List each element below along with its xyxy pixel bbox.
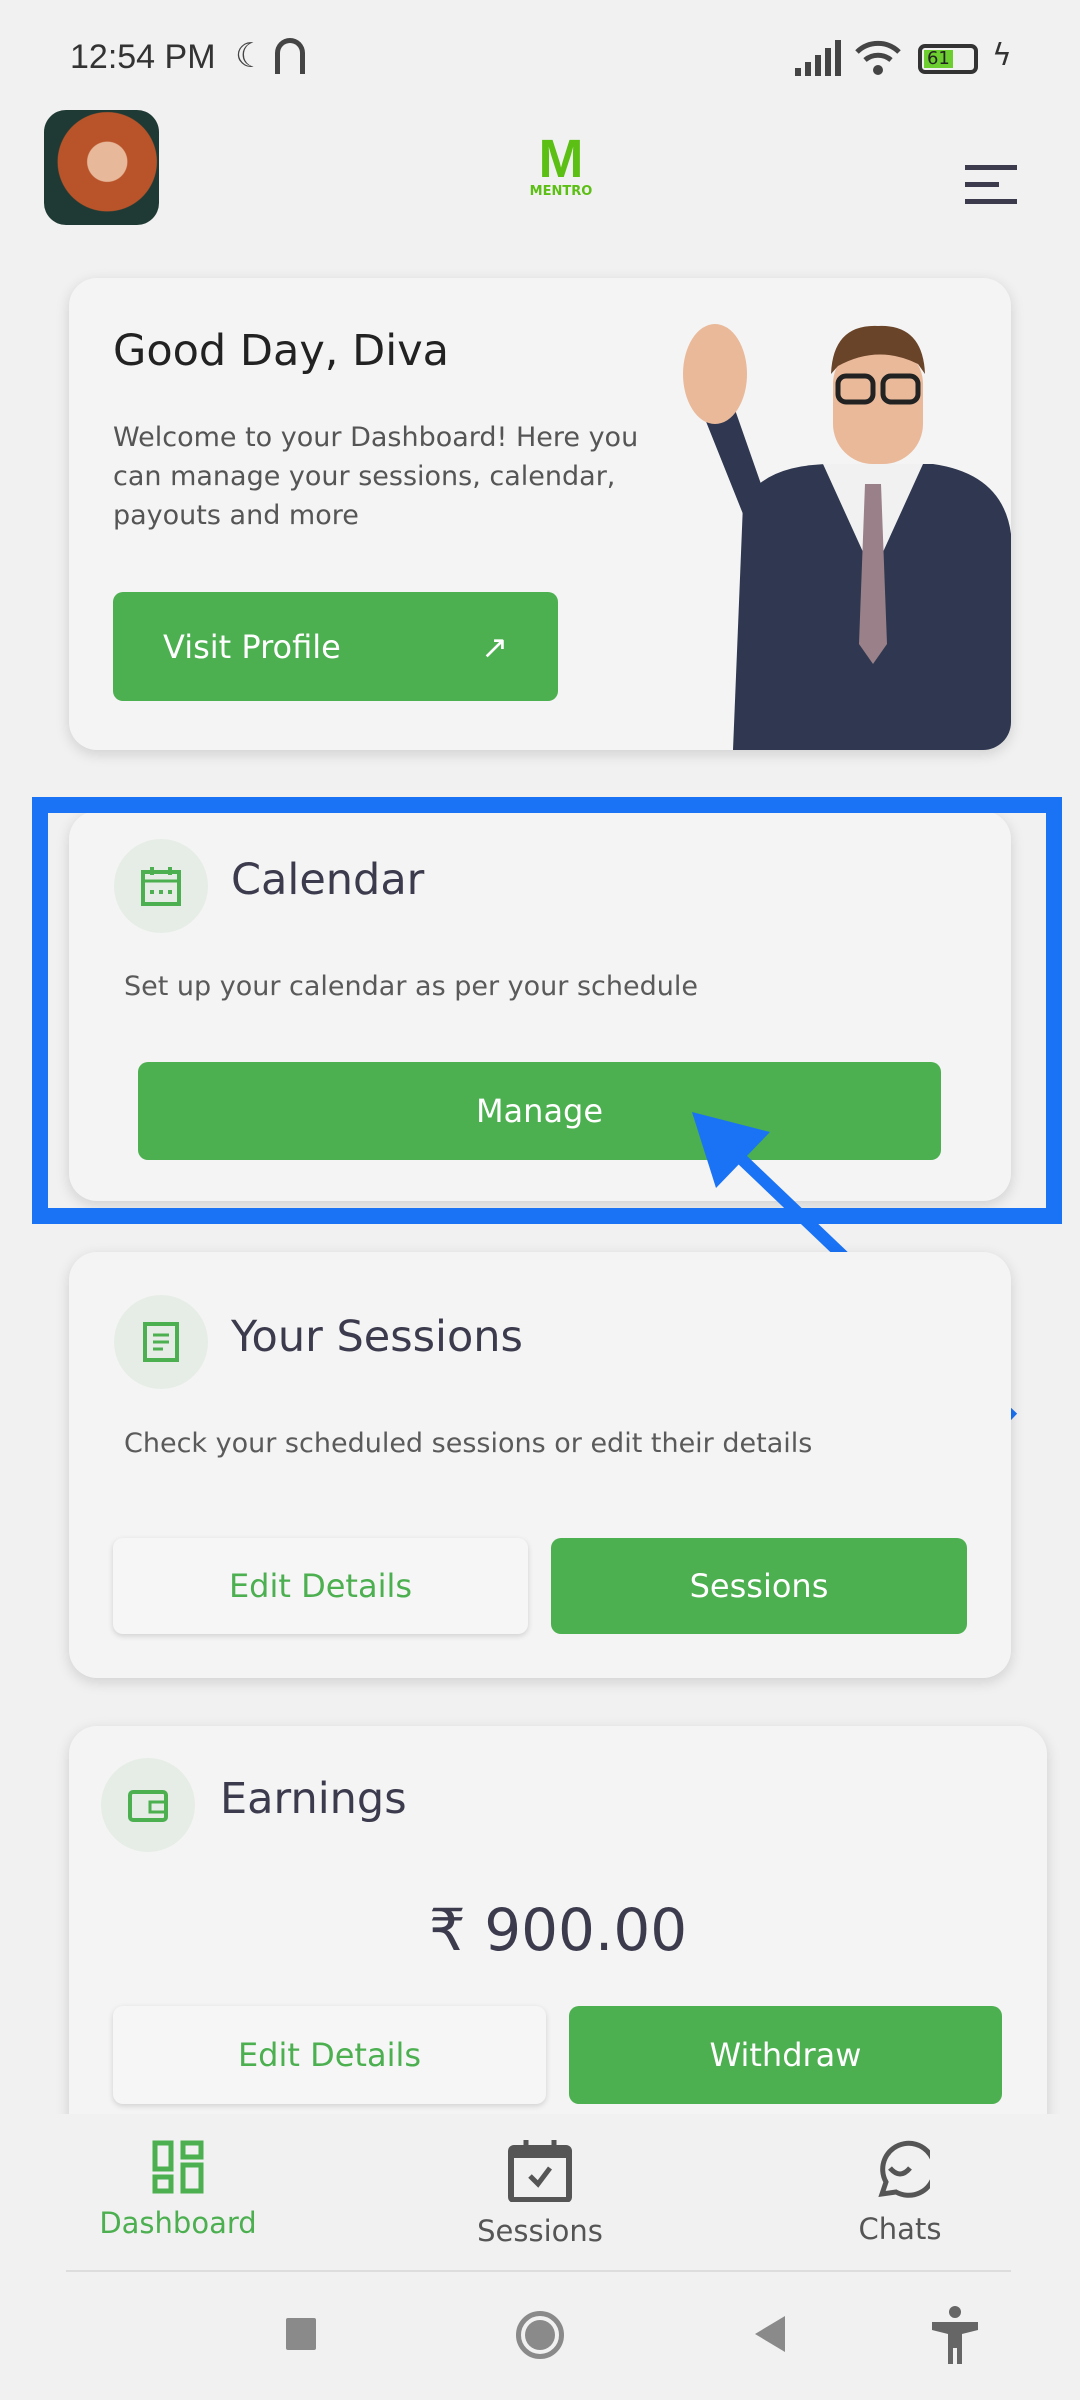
- sessions-card: Your Sessions Check your scheduled sessi…: [69, 1252, 1011, 1678]
- greeting-title: Good Day, Diva: [113, 326, 450, 376]
- dashboard-icon: [152, 2140, 204, 2194]
- calendar-icon: [141, 867, 181, 906]
- edit-earnings-details-button[interactable]: Edit Details: [113, 2006, 546, 2104]
- calendar-check-icon: [508, 2140, 572, 2203]
- signal-icon: [795, 40, 841, 76]
- nav-dashboard[interactable]: Dashboard: [58, 2140, 298, 2240]
- visit-profile-button[interactable]: Visit Profile ↗: [113, 592, 558, 701]
- chat-icon: [878, 2140, 938, 2198]
- nav-label: Dashboard: [99, 2206, 257, 2240]
- recents-button[interactable]: [286, 2318, 316, 2350]
- accessibility-icon[interactable]: [930, 2306, 980, 2364]
- menu-icon[interactable]: [965, 165, 1017, 204]
- earnings-card: Earnings ₹ 900.00 Edit Details Withdraw: [69, 1726, 1047, 2146]
- sessions-description: Check your scheduled sessions or edit th…: [124, 1428, 813, 1459]
- wifi-icon: [855, 40, 901, 75]
- earnings-title: Earnings: [220, 1774, 407, 1824]
- nav-label: Chats: [858, 2212, 942, 2246]
- nav-chats[interactable]: Chats: [780, 2140, 1020, 2246]
- sessions-title: Your Sessions: [231, 1312, 523, 1362]
- arrow-up-right-icon: ↗: [481, 627, 508, 666]
- withdraw-button[interactable]: Withdraw: [569, 2006, 1002, 2104]
- welcome-description: Welcome to your Dashboard! Here you can …: [113, 422, 639, 531]
- earnings-icon-badge: [101, 1758, 195, 1852]
- edit-session-details-button[interactable]: Edit Details: [113, 1538, 528, 1634]
- nav-sessions[interactable]: Sessions: [420, 2140, 660, 2248]
- visit-profile-label: Visit Profile: [163, 627, 341, 666]
- nav-label: Sessions: [477, 2214, 603, 2248]
- calendar-title: Calendar: [231, 855, 425, 905]
- earnings-amount: ₹ 900.00: [428, 1896, 688, 1964]
- calendar-card: Calendar Set up your calendar as per you…: [69, 811, 1011, 1201]
- calendar-description: Set up your calendar as per your schedul…: [124, 971, 698, 1002]
- logo-text: MENTRO: [529, 184, 593, 199]
- wallet-icon: [128, 1790, 168, 1822]
- welcome-card: Good Day, Diva Welcome to your Dashboard…: [69, 278, 1011, 750]
- manage-calendar-button[interactable]: Manage: [138, 1062, 941, 1160]
- home-button[interactable]: [516, 2311, 564, 2359]
- nav-divider: [66, 2270, 1011, 2272]
- mentro-logo: M MENTRO: [529, 129, 593, 199]
- headphones-icon: [275, 38, 305, 74]
- document-icon: [143, 1322, 179, 1362]
- sessions-button[interactable]: Sessions: [551, 1538, 967, 1634]
- status-time: 12:54 PM: [70, 38, 216, 76]
- battery-icon: 61: [918, 44, 978, 74]
- moon-icon: ☾: [235, 36, 266, 76]
- charging-icon: ϟ: [992, 38, 1012, 73]
- avatar[interactable]: [44, 110, 159, 225]
- calendar-icon-badge: [114, 839, 208, 933]
- back-button[interactable]: [755, 2316, 785, 2352]
- battery-level: 61: [924, 50, 953, 68]
- waving-man-illustration: [683, 324, 1011, 750]
- sessions-icon-badge: [114, 1295, 208, 1389]
